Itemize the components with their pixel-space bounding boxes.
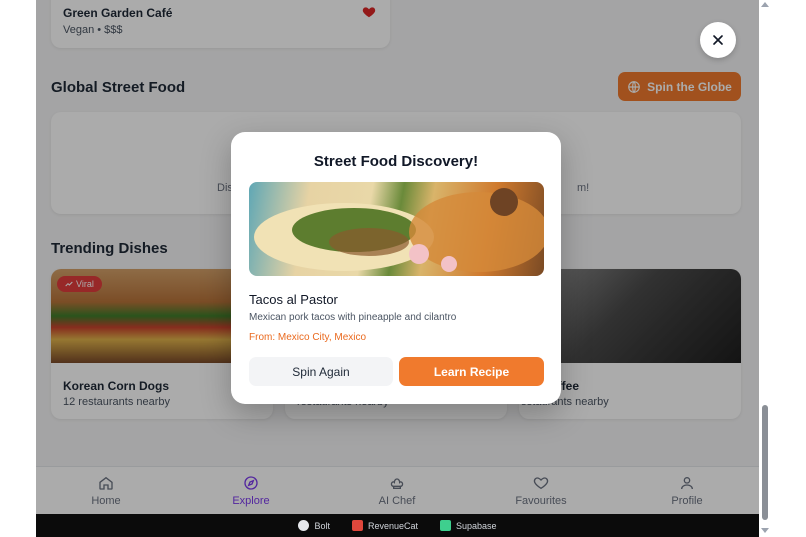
- spin-again-button[interactable]: Spin Again: [249, 357, 393, 386]
- footer-item-revenuecat[interactable]: RevenueCat: [351, 520, 418, 531]
- close-button[interactable]: [700, 22, 736, 58]
- footer-label: RevenueCat: [367, 520, 418, 531]
- dish-description: Mexican pork tacos with pineapple and ci…: [249, 312, 457, 323]
- scrollbar[interactable]: [759, 0, 771, 537]
- footer-item-bolt[interactable]: Bolt: [298, 520, 330, 531]
- learn-recipe-button[interactable]: Learn Recipe: [399, 357, 544, 386]
- scroll-up-arrow-icon[interactable]: [761, 2, 769, 7]
- powered-by-bar: Bolt RevenueCat Supabase: [36, 514, 759, 537]
- dish-photo: [249, 182, 544, 276]
- close-icon: [713, 35, 723, 45]
- tacos-illustration: [254, 188, 544, 272]
- footer-item-supabase[interactable]: Supabase: [440, 520, 497, 531]
- footer-label: Bolt: [314, 520, 330, 531]
- modal-title: Street Food Discovery!: [313, 153, 479, 170]
- dish-origin: From: Mexico City, Mexico: [249, 332, 367, 343]
- scroll-down-arrow-icon[interactable]: [761, 528, 769, 533]
- footer-label: Supabase: [456, 520, 497, 531]
- supabase-icon: [440, 520, 451, 531]
- bolt-icon: [298, 520, 310, 531]
- revenuecat-icon: [351, 520, 363, 531]
- street-food-discovery-modal: Street Food Discovery! Tacos al Pastor M…: [231, 132, 561, 404]
- scrollbar-thumb[interactable]: [762, 405, 768, 520]
- dish-name: Tacos al Pastor: [249, 292, 338, 307]
